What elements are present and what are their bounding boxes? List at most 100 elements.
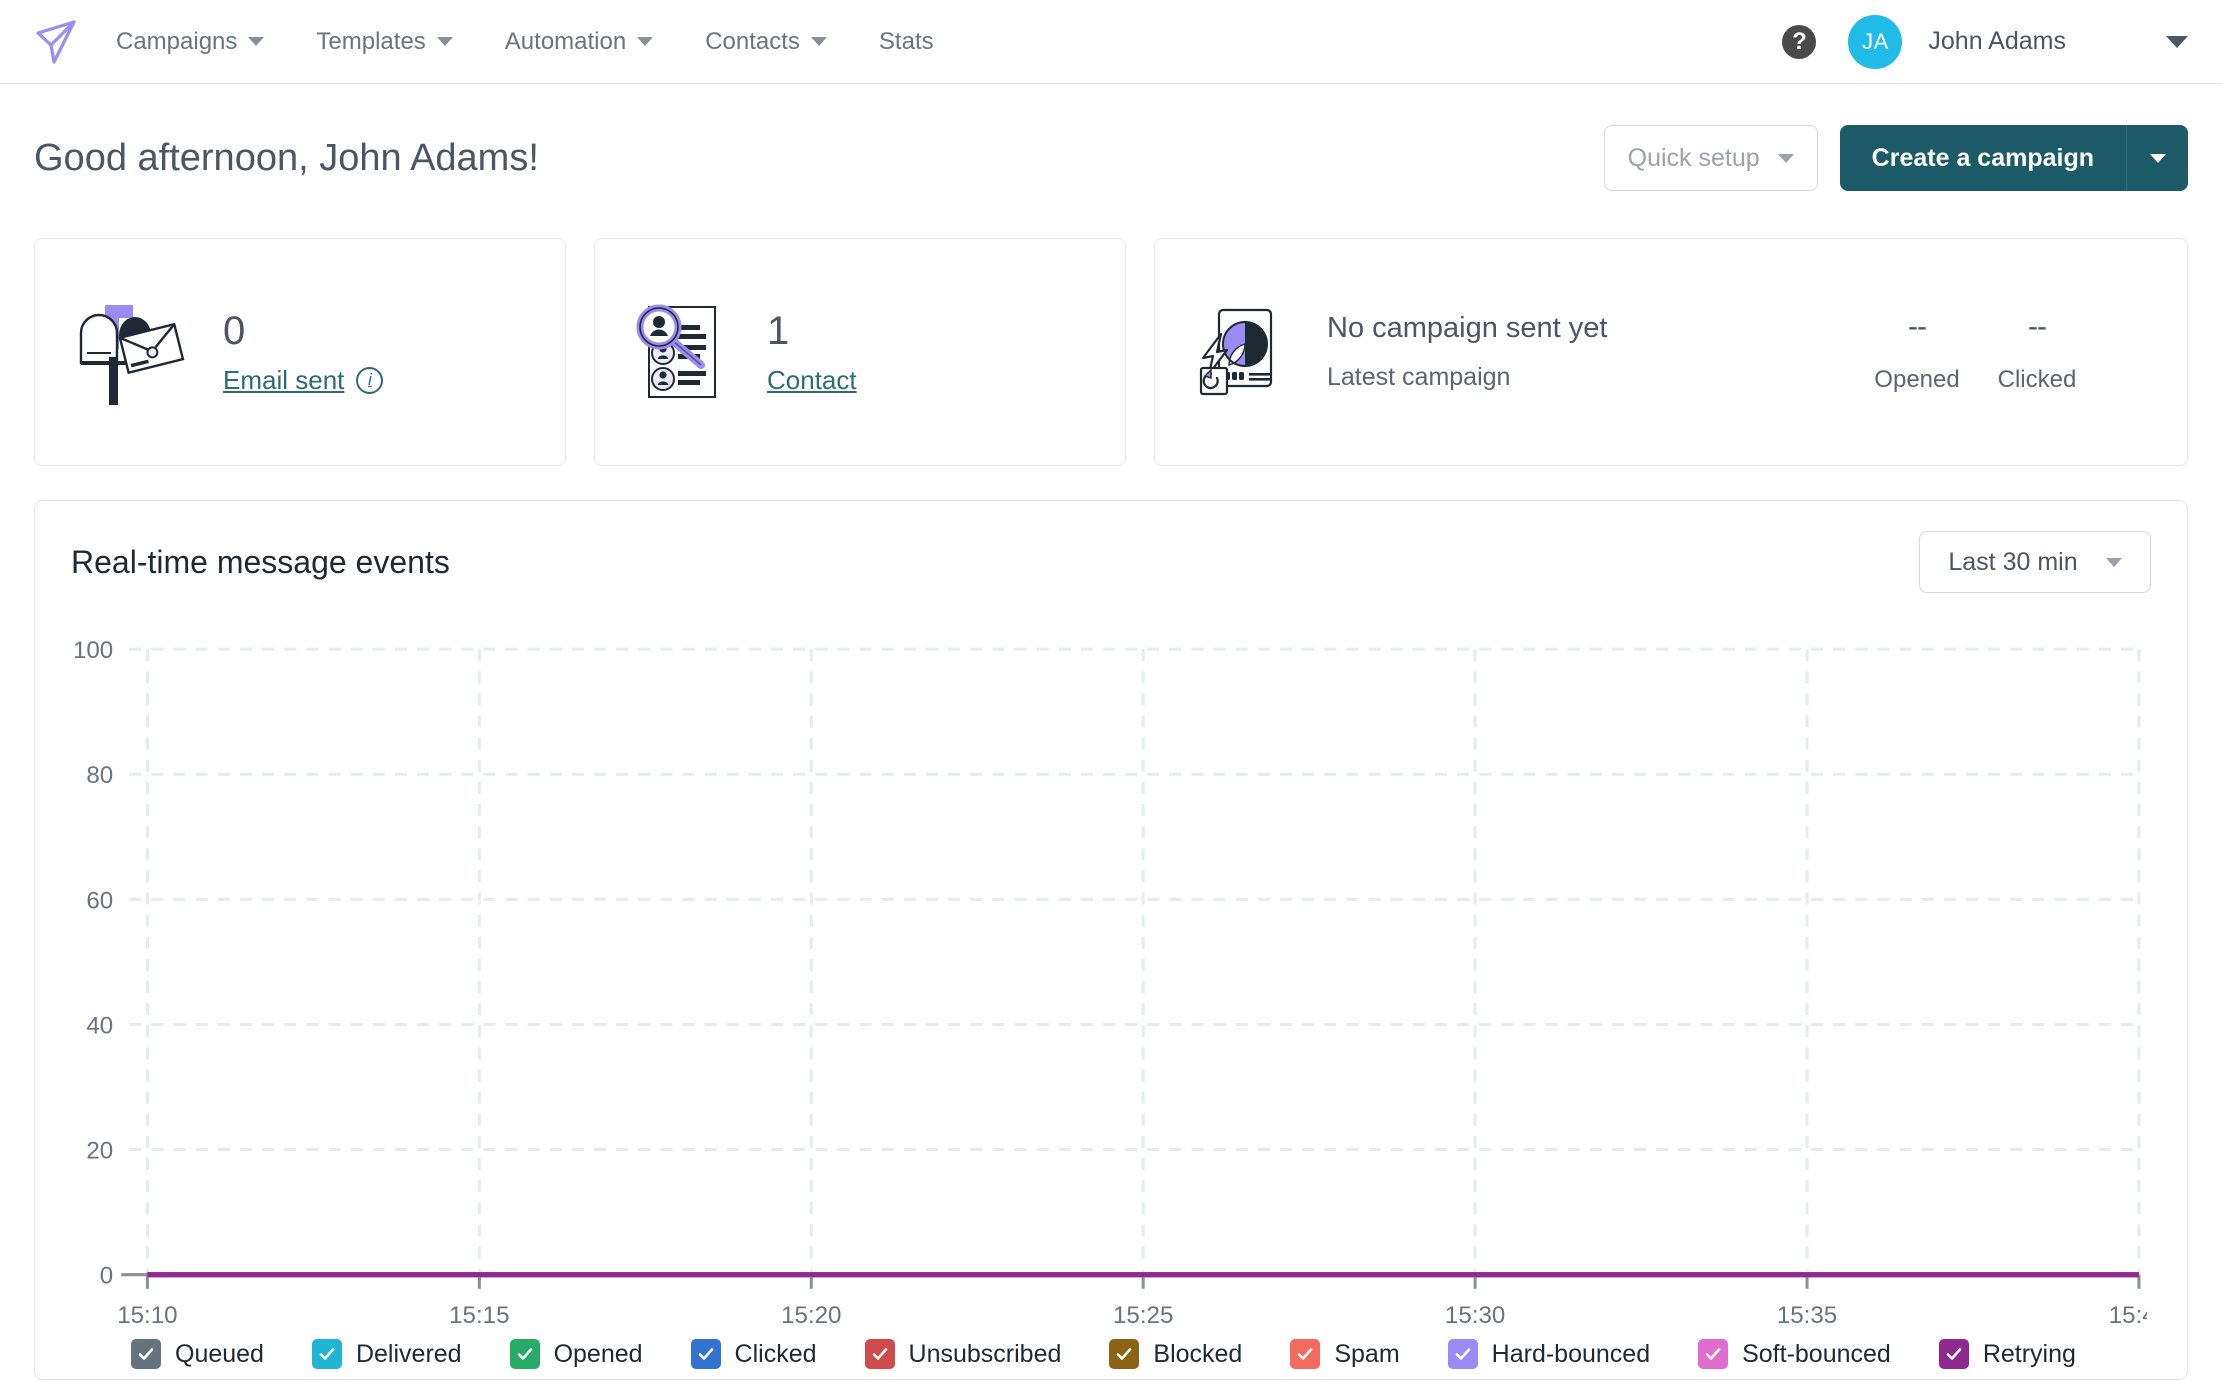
nav-item-label: Stats <box>879 28 934 56</box>
legend-label: Soft-bounced <box>1742 1340 1891 1369</box>
email-sent-value: 0 <box>223 309 383 353</box>
legend-item-unsubscribed[interactable]: Unsubscribed <box>865 1339 1062 1369</box>
svg-text:80: 80 <box>86 762 113 789</box>
chart-svg: 0 20 40 60 80 100 15:10 15:15 15:20 15:25 15:30 15:… <box>75 635 2147 1339</box>
legend-checkbox-queued[interactable] <box>131 1339 161 1369</box>
legend-item-retrying[interactable]: Retrying <box>1939 1339 2076 1369</box>
metric-clicked: -- Clicked <box>1977 310 2097 394</box>
realtime-message-events-panel: Real-time message events Last 30 min 0 20… <box>34 500 2188 1380</box>
chevron-down-icon <box>1778 154 1794 163</box>
legend-label: Queued <box>175 1340 264 1369</box>
email-sent-link-label: Email sent <box>223 365 344 396</box>
header-actions: Quick setup Create a campaign <box>1604 125 2188 191</box>
latest-campaign-subtitle: Latest campaign <box>1327 363 1607 392</box>
user-name-label: John Adams <box>1928 27 2066 56</box>
legend-item-hard-bounced[interactable]: Hard-bounced <box>1448 1339 1650 1369</box>
legend-item-delivered[interactable]: Delivered <box>312 1339 462 1369</box>
nav-item-campaigns[interactable]: Campaigns <box>116 28 290 56</box>
legend-checkbox-clicked[interactable] <box>691 1339 721 1369</box>
chart-legend: Queued Delivered Opened Clicked Unsubscribed… <box>35 1339 2187 1386</box>
chevron-down-icon <box>2106 558 2122 567</box>
create-campaign-split-button: Create a campaign <box>1840 125 2188 191</box>
contacts-link[interactable]: Contact <box>767 365 857 396</box>
chevron-down-icon <box>637 37 653 46</box>
legend-checkbox-unsubscribed[interactable] <box>865 1339 895 1369</box>
legend-checkbox-soft-bounced[interactable] <box>1698 1339 1728 1369</box>
legend-item-blocked[interactable]: Blocked <box>1109 1339 1242 1369</box>
info-icon[interactable]: i <box>356 367 383 394</box>
legend-label: Unsubscribed <box>909 1340 1062 1369</box>
legend-checkbox-spam[interactable] <box>1290 1339 1320 1369</box>
latest-campaign-title: No campaign sent yet <box>1327 312 1607 345</box>
legend-item-spam[interactable]: Spam <box>1290 1339 1399 1369</box>
svg-text:100: 100 <box>75 637 113 664</box>
nav-item-contacts[interactable]: Contacts <box>679 28 853 56</box>
nav-item-label: Templates <box>316 28 425 56</box>
legend-item-opened[interactable]: Opened <box>510 1339 643 1369</box>
svg-text:20: 20 <box>86 1138 113 1165</box>
chevron-down-icon <box>437 37 453 46</box>
legend-label: Hard-bounced <box>1492 1340 1650 1369</box>
email-sent-link[interactable]: Email sent i <box>223 365 383 396</box>
latest-campaign-metrics: -- Opened -- Clicked <box>1857 310 2153 394</box>
create-campaign-button[interactable]: Create a campaign <box>1840 125 2126 191</box>
main-nav-items: Campaigns Templates Automation Contacts … <box>116 28 960 56</box>
page-title: Good afternoon, John Adams! <box>34 137 539 180</box>
latest-campaign-card: No campaign sent yet Latest campaign -- … <box>1154 238 2188 466</box>
svg-text:15:10: 15:10 <box>117 1302 177 1329</box>
chart-plot-area: 0 20 40 60 80 100 15:10 15:15 15:20 15:25 15:30 15:… <box>75 635 2147 1339</box>
svg-text:40: 40 <box>86 1012 113 1039</box>
nav-item-label: Campaigns <box>116 28 237 56</box>
svg-text:60: 60 <box>86 887 113 914</box>
quick-setup-button[interactable]: Quick setup <box>1604 125 1818 191</box>
svg-text:15:35: 15:35 <box>1777 1302 1837 1329</box>
legend-checkbox-delivered[interactable] <box>312 1339 342 1369</box>
contacts-link-label: Contact <box>767 365 857 396</box>
time-range-value: Last 30 min <box>1948 548 2077 577</box>
nav-item-stats[interactable]: Stats <box>853 28 960 56</box>
help-glyph: ? <box>1792 28 1807 56</box>
metric-opened: -- Opened <box>1857 310 1977 394</box>
legend-checkbox-opened[interactable] <box>510 1339 540 1369</box>
summary-cards-row: 0 Email sent i <box>0 238 2222 466</box>
svg-text:15:30: 15:30 <box>1445 1302 1505 1329</box>
legend-label: Delivered <box>356 1340 462 1369</box>
greeting-row: Good afternoon, John Adams! Quick setup … <box>0 106 2222 210</box>
create-campaign-dropdown-button[interactable] <box>2126 125 2188 191</box>
svg-text:15:20: 15:20 <box>781 1302 841 1329</box>
svg-text:15:15: 15:15 <box>449 1302 509 1329</box>
user-menu-chevron-down-icon[interactable] <box>2166 36 2188 48</box>
contacts-content: 1 Contact <box>767 309 857 396</box>
legend-checkbox-retrying[interactable] <box>1939 1339 1969 1369</box>
avatar-initials: JA <box>1862 29 1889 55</box>
chevron-down-icon <box>248 37 264 46</box>
contacts-card: 1 Contact <box>594 238 1126 466</box>
legend-item-clicked[interactable]: Clicked <box>691 1339 817 1369</box>
create-campaign-label: Create a campaign <box>1872 144 2094 173</box>
nav-item-label: Contacts <box>705 28 800 56</box>
avatar[interactable]: JA <box>1848 15 1902 69</box>
legend-checkbox-hard-bounced[interactable] <box>1448 1339 1478 1369</box>
legend-item-soft-bounced[interactable]: Soft-bounced <box>1698 1339 1891 1369</box>
nav-right-cluster: ? JA John Adams <box>1782 15 2194 69</box>
legend-label: Opened <box>554 1340 643 1369</box>
svg-text:0: 0 <box>100 1263 113 1290</box>
legend-checkbox-blocked[interactable] <box>1109 1339 1139 1369</box>
email-sent-card: 0 Email sent i <box>34 238 566 466</box>
email-sent-content: 0 Email sent i <box>223 309 383 396</box>
metric-label: Clicked <box>1977 366 2097 394</box>
legend-item-queued[interactable]: Queued <box>131 1339 264 1369</box>
nav-item-templates[interactable]: Templates <box>290 28 478 56</box>
legend-label: Spam <box>1334 1340 1399 1369</box>
svg-text:15:40: 15:40 <box>2109 1302 2147 1329</box>
chart-header: Real-time message events Last 30 min <box>35 501 2187 593</box>
campaign-stats-pie-illustration-icon <box>1189 298 1293 407</box>
latest-campaign-content: No campaign sent yet Latest campaign <box>1327 312 1607 392</box>
help-question-mark-icon[interactable]: ? <box>1782 25 1816 59</box>
time-range-select[interactable]: Last 30 min <box>1919 531 2151 593</box>
chevron-down-icon <box>2150 154 2166 163</box>
nav-item-automation[interactable]: Automation <box>479 28 679 56</box>
legend-label: Clicked <box>735 1340 817 1369</box>
svg-text:15:25: 15:25 <box>1113 1302 1173 1329</box>
sendinblue-arrow-logo-icon[interactable] <box>34 18 82 66</box>
